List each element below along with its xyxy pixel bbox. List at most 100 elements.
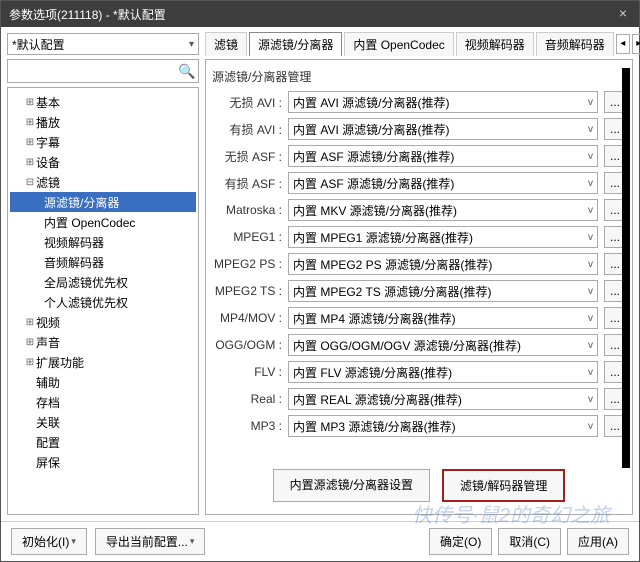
tab-video-decoder[interactable]: 视频解码器	[456, 32, 534, 56]
builtin-settings-button[interactable]: 内置源滤镜/分离器设置	[273, 469, 430, 502]
row-select[interactable]: 内置 MP3 源滤镜/分离器(推荐) v	[288, 415, 598, 437]
tree-filter[interactable]: ⊟滤镜	[10, 172, 196, 192]
chevron-down-icon: ▾	[189, 39, 194, 50]
row-select[interactable]: 内置 ASF 源滤镜/分离器(推荐) v	[288, 172, 598, 194]
chevron-down-icon: v	[588, 205, 593, 216]
chevron-down-icon: v	[588, 259, 593, 270]
chevron-down-icon: v	[588, 178, 593, 189]
row-value: 内置 AVI 源滤镜/分离器(推荐)	[293, 94, 449, 111]
filter-row: 无损 ASF :内置 ASF 源滤镜/分离器(推荐)v...	[212, 145, 626, 167]
row-value: 内置 OGG/OGM/OGV 源滤镜/分离器(推荐)	[293, 337, 521, 354]
search-icon: 🔍	[178, 63, 194, 79]
row-select[interactable]: 内置 FLV 源滤镜/分离器(推荐)v	[288, 361, 598, 383]
filter-row: 无损 AVI :内置 AVI 源滤镜/分离器(推荐)v...	[212, 91, 626, 113]
chevron-down-icon: v	[588, 421, 593, 432]
row-value: 内置 MPEG1 源滤镜/分离器(推荐)	[293, 229, 473, 246]
initialize-button[interactable]: 初始化(I)▾	[11, 528, 87, 555]
row-value: 内置 ASF 源滤镜/分离器(推荐)	[293, 148, 454, 165]
row-label: Matroska :	[212, 203, 282, 217]
row-select[interactable]: 内置 ASF 源滤镜/分离器(推荐)v	[288, 145, 598, 167]
row-value: 内置 FLV 源滤镜/分离器(推荐)	[293, 364, 452, 381]
preset-value: *默认配置	[12, 36, 65, 53]
tree-archive[interactable]: 存档	[10, 392, 196, 412]
row-value: 内置 MPEG2 TS 源滤镜/分离器(推荐)	[293, 283, 491, 300]
tree-subtitle[interactable]: ⊞字幕	[10, 132, 196, 152]
row-label: MP4/MOV :	[212, 311, 282, 325]
search-box[interactable]: 🔍	[7, 59, 199, 83]
settings-pane: 源滤镜/分离器管理 无损 AVI :内置 AVI 源滤镜/分离器(推荐)v...…	[205, 59, 633, 515]
row-label: 无损 AVI :	[212, 94, 282, 111]
tab-source-splitter[interactable]: 源滤镜/分离器	[249, 32, 342, 56]
row-value: 内置 MKV 源滤镜/分离器(推荐)	[293, 202, 457, 219]
row-value: 内置 REAL 源滤镜/分离器(推荐)	[293, 391, 462, 408]
row-label: MPEG2 TS :	[212, 284, 282, 298]
tab-next[interactable]: ▸	[632, 34, 640, 54]
row-select[interactable]: 内置 OGG/OGM/OGV 源滤镜/分离器(推荐)v	[288, 334, 598, 356]
chevron-down-icon: v	[588, 232, 593, 243]
tree-source-splitter[interactable]: 源滤镜/分离器	[10, 192, 196, 212]
tree-audio[interactable]: ⊞声音	[10, 332, 196, 352]
tree-personal-priority[interactable]: 个人滤镜优先权	[10, 292, 196, 312]
filter-decoder-manage-button[interactable]: 滤镜/解码器管理	[442, 469, 565, 502]
row-select[interactable]: 内置 REAL 源滤镜/分离器(推荐) v	[288, 388, 598, 410]
row-label: MP3 :	[212, 419, 282, 433]
chevron-down-icon: v	[588, 97, 593, 108]
row-label: Real :	[212, 392, 282, 406]
nav-tree: ⊞基本 ⊞播放 ⊞字幕 ⊞设备 ⊟滤镜 源滤镜/分离器 内置 OpenCodec…	[7, 87, 199, 515]
tree-video[interactable]: ⊞视频	[10, 312, 196, 332]
row-select[interactable]: 内置 AVI 源滤镜/分离器(推荐) v	[288, 91, 598, 113]
tree-extensions[interactable]: ⊞扩展功能	[10, 352, 196, 372]
row-select[interactable]: 内置 MP4 源滤镜/分离器(推荐)v	[288, 307, 598, 329]
ok-button[interactable]: 确定(O)	[429, 528, 492, 555]
filter-row: 有损 AVI :内置 AVI 源滤镜/分离器(推荐)v...	[212, 118, 626, 140]
row-select[interactable]: 内置 MPEG2 PS 源滤镜/分离器(推荐) v	[288, 253, 598, 275]
filter-row: 有损 ASF :内置 ASF 源滤镜/分离器(推荐)v...	[212, 172, 626, 194]
chevron-down-icon: v	[588, 394, 593, 405]
tab-prev[interactable]: ◂	[616, 34, 630, 54]
tree-video-decoder[interactable]: 视频解码器	[10, 232, 196, 252]
tab-audio-decoder[interactable]: 音频解码器	[536, 32, 614, 56]
row-select[interactable]: 内置 AVI 源滤镜/分离器(推荐)v	[288, 118, 598, 140]
row-label: 无损 ASF :	[212, 148, 282, 165]
apply-button[interactable]: 应用(A)	[567, 528, 629, 555]
tree-basic[interactable]: ⊞基本	[10, 92, 196, 112]
close-icon[interactable]: ×	[615, 6, 631, 22]
row-label: FLV :	[212, 365, 282, 379]
preset-select[interactable]: *默认配置 ▾	[7, 33, 199, 55]
tree-playback[interactable]: ⊞播放	[10, 112, 196, 132]
row-label: OGG/OGM :	[212, 338, 282, 352]
tree-global-priority[interactable]: 全局滤镜优先权	[10, 272, 196, 292]
filter-row: OGG/OGM :内置 OGG/OGM/OGV 源滤镜/分离器(推荐)v...	[212, 334, 626, 356]
row-select[interactable]: 内置 MPEG2 TS 源滤镜/分离器(推荐) v	[288, 280, 598, 302]
tree-screensaver[interactable]: 屏保	[10, 452, 196, 472]
chevron-down-icon: v	[588, 124, 593, 135]
chevron-down-icon: v	[588, 286, 593, 297]
tree-assist[interactable]: 辅助	[10, 372, 196, 392]
scrollbar[interactable]	[622, 68, 630, 468]
row-value: 内置 MP3 源滤镜/分离器(推荐)	[293, 418, 456, 435]
row-value: 内置 ASF 源滤镜/分离器(推荐)	[293, 175, 454, 192]
row-label: MPEG2 PS :	[212, 257, 282, 271]
group-label: 源滤镜/分离器管理	[212, 68, 626, 85]
tab-filter[interactable]: 滤镜	[205, 32, 247, 56]
chevron-down-icon: v	[588, 313, 593, 324]
filter-row: MPEG2 TS :内置 MPEG2 TS 源滤镜/分离器(推荐)v...	[212, 280, 626, 302]
filter-row: FLV :内置 FLV 源滤镜/分离器(推荐)v...	[212, 361, 626, 383]
filter-row: Real :内置 REAL 源滤镜/分离器(推荐)v...	[212, 388, 626, 410]
tree-device[interactable]: ⊞设备	[10, 152, 196, 172]
tab-opencodec[interactable]: 内置 OpenCodec	[344, 32, 453, 56]
row-label: MPEG1 :	[212, 230, 282, 244]
row-value: 内置 MPEG2 PS 源滤镜/分离器(推荐)	[293, 256, 492, 273]
tree-assoc[interactable]: 关联	[10, 412, 196, 432]
cancel-button[interactable]: 取消(C)	[498, 528, 561, 555]
export-config-button[interactable]: 导出当前配置...▾	[95, 528, 206, 555]
tree-audio-decoder[interactable]: 音频解码器	[10, 252, 196, 272]
filter-row: MPEG2 PS :内置 MPEG2 PS 源滤镜/分离器(推荐)v...	[212, 253, 626, 275]
tabs: 滤镜 源滤镜/分离器 内置 OpenCodec 视频解码器 音频解码器 ◂ ▸	[205, 33, 640, 55]
row-select[interactable]: 内置 MPEG1 源滤镜/分离器(推荐) v	[288, 226, 598, 248]
search-input[interactable]	[12, 64, 178, 78]
row-select[interactable]: 内置 MKV 源滤镜/分离器(推荐) v	[288, 199, 598, 221]
filter-row: MP4/MOV :内置 MP4 源滤镜/分离器(推荐)v...	[212, 307, 626, 329]
tree-config[interactable]: 配置	[10, 432, 196, 452]
tree-opencodec[interactable]: 内置 OpenCodec	[10, 212, 196, 232]
